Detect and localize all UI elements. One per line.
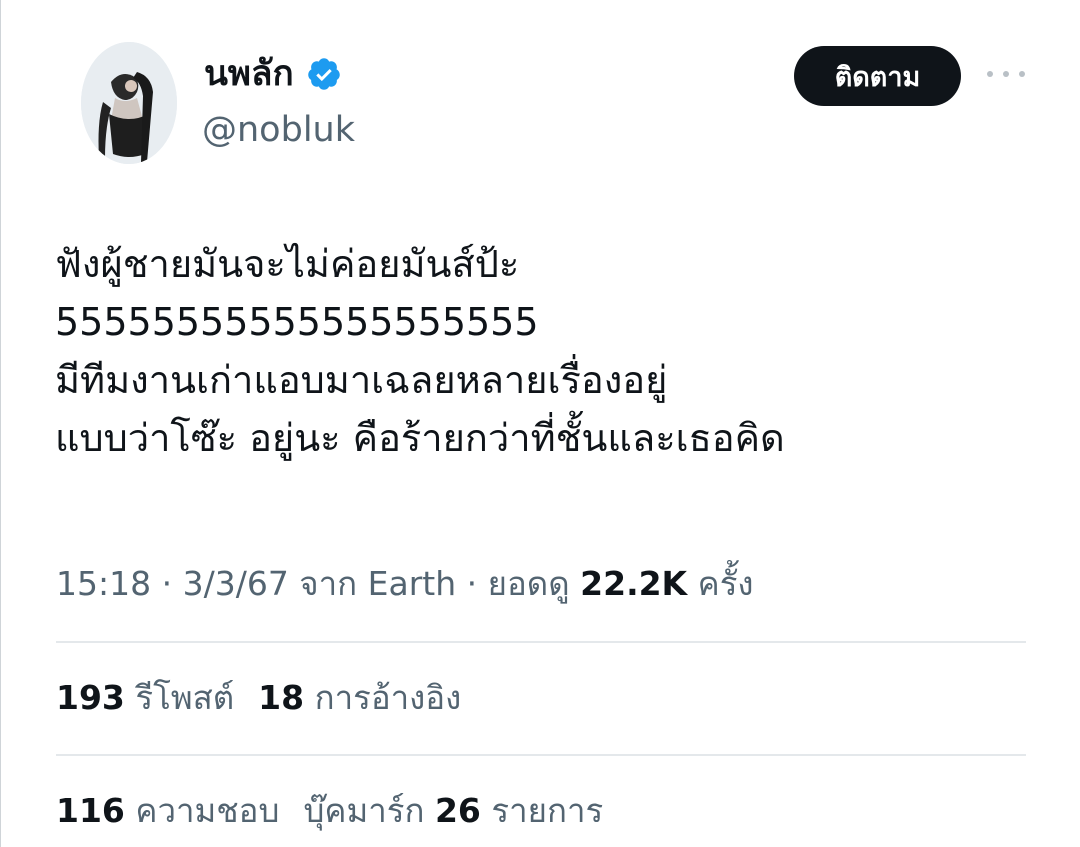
verified-badge-icon [306, 56, 342, 92]
tweet-time[interactable]: 15:18 [56, 564, 151, 603]
tweet-header: นพลัก @nobluk ติดตาม [1, 0, 1080, 180]
dot [987, 71, 993, 77]
likes-stat[interactable]: 116 ความชอบ [56, 785, 279, 837]
bookmarks-stat[interactable]: บุ๊คมาร์ก 26 รายการ [303, 785, 603, 837]
bookmarks-count: 26 [434, 791, 481, 830]
more-dots-icon[interactable] [987, 62, 1025, 86]
views-label: ยอดดู [487, 564, 581, 603]
divider [56, 754, 1026, 756]
dot [1003, 71, 1009, 77]
engagement-stats-row-2: 116 ความชอบ บุ๊คมาร์ก 26 รายการ [56, 785, 603, 837]
views-count: 22.2K [580, 564, 688, 603]
tweet-meta: 15:18 · 3/3/67 จาก Earth · ยอดดู 22.2K ค… [56, 558, 754, 610]
tweet-line: 55555555555555555555 [55, 300, 539, 344]
separator: · [151, 564, 183, 603]
likes-count: 116 [56, 791, 125, 830]
divider [56, 641, 1026, 643]
engagement-stats-row-1: 193 รีโพสต์ 18 การอ้างอิง [56, 672, 461, 724]
user-handle[interactable]: @nobluk [202, 108, 355, 152]
retweets-count: 193 [56, 678, 125, 717]
quotes-label: การอ้างอิง [304, 678, 462, 717]
retweets-stat[interactable]: 193 รีโพสต์ [56, 672, 234, 724]
dot [1019, 71, 1025, 77]
avatar[interactable] [81, 42, 177, 164]
retweets-label: รีโพสต์ [124, 678, 235, 717]
tweet-source: จาก Earth [288, 564, 457, 603]
profile-photo-icon [81, 42, 177, 164]
bookmarks-suffix: รายการ [480, 791, 604, 830]
tweet-line: แบบว่าโซ๊ะ อยู่นะ คือร้ายกว่าที่ชั้นและเ… [55, 416, 785, 460]
views-suffix: ครั้ง [687, 564, 754, 603]
tweet-detail-view: นพลัก @nobluk ติดตาม ฟังผู้ชายมันจะไม่ค่… [0, 0, 1080, 847]
tweet-line: ฟังผู้ชายมันจะไม่ค่อยมันส์ป้ะ [55, 242, 520, 286]
display-name[interactable]: นพลัก [204, 52, 342, 96]
tweet-date[interactable]: 3/3/67 [183, 564, 289, 603]
tweet-body: ฟังผู้ชายมันจะไม่ค่อยมันส์ป้ะ 5555555555… [55, 235, 1045, 467]
follow-button[interactable]: ติดตาม [794, 46, 961, 106]
quotes-count: 18 [258, 678, 305, 717]
quotes-stat[interactable]: 18 การอ้างอิง [258, 672, 461, 724]
likes-label: ความชอบ [124, 791, 280, 830]
bookmarks-label: บุ๊คมาร์ก [303, 791, 435, 830]
tweet-line: มีทีมงานเก่าแอบมาเฉลยหลายเรื่องอยู่ [55, 358, 668, 402]
separator: · [456, 564, 488, 603]
display-name-text: นพลัก [204, 54, 294, 94]
